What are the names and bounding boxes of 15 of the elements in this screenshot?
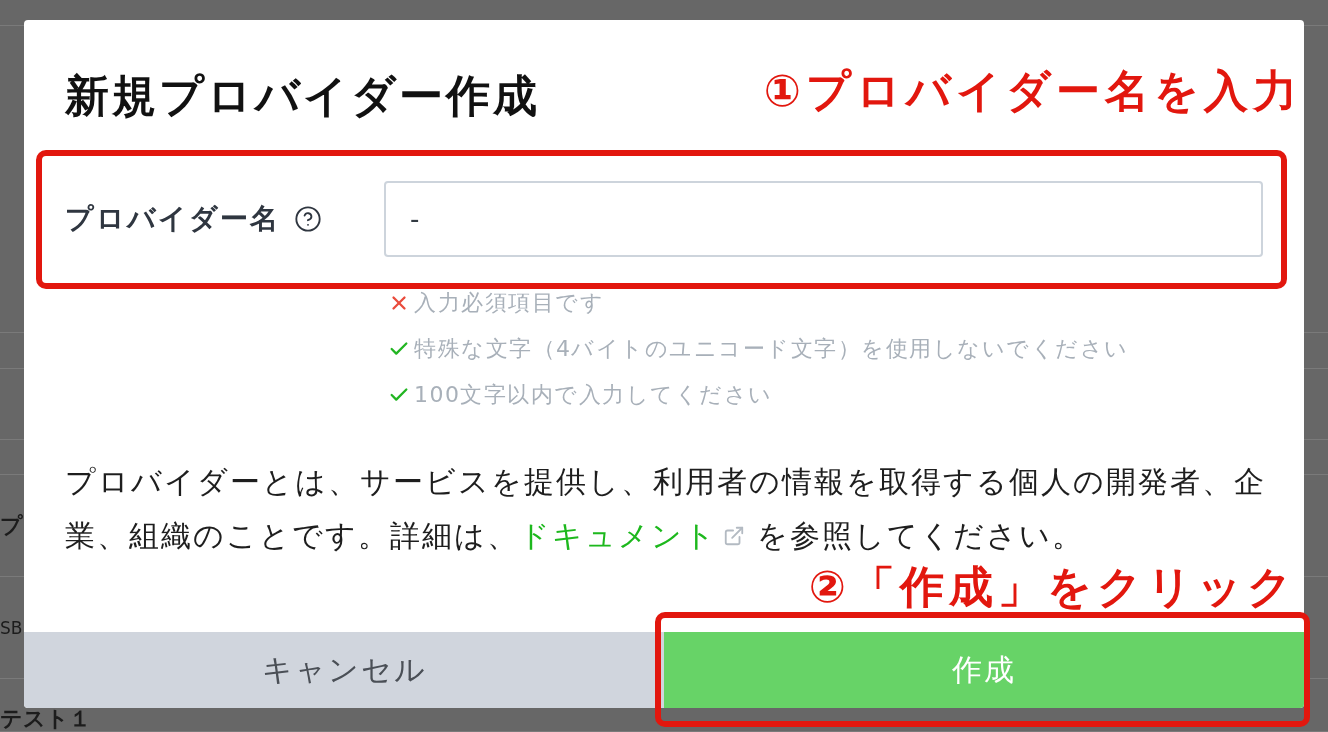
rule-text: 入力必須項目です <box>414 289 604 317</box>
rule-text: 100文字以内で入力してください <box>414 381 773 409</box>
rule-text: 特殊な文字（4バイトのユニコード文字）を使用しないでください <box>414 335 1129 363</box>
instruction-label: ①プロバイダー名を入力 <box>763 66 1302 116</box>
list-row-label: SB <box>0 616 23 640</box>
dialog-title: 新規プロバイダー作成 <box>65 69 540 123</box>
provider-name-field[interactable]: - <box>384 181 1263 257</box>
help-icon[interactable] <box>294 205 322 233</box>
field-label: プロバイダー名 <box>65 201 280 237</box>
list-row-label: プ <box>0 513 23 538</box>
cancel-button[interactable]: キャンセル <box>24 632 664 708</box>
description-text: プロバイダーとは、サービスを提供し、利用者の情報を取得する個人の開発者、企業、組織のことです。詳細は、ドキュメント を参照してください。 <box>65 455 1286 563</box>
list-row-label: テスト１ <box>0 707 91 731</box>
external-link-icon <box>723 525 745 547</box>
instruction-label: ②「作成」をクリック <box>808 562 1297 612</box>
